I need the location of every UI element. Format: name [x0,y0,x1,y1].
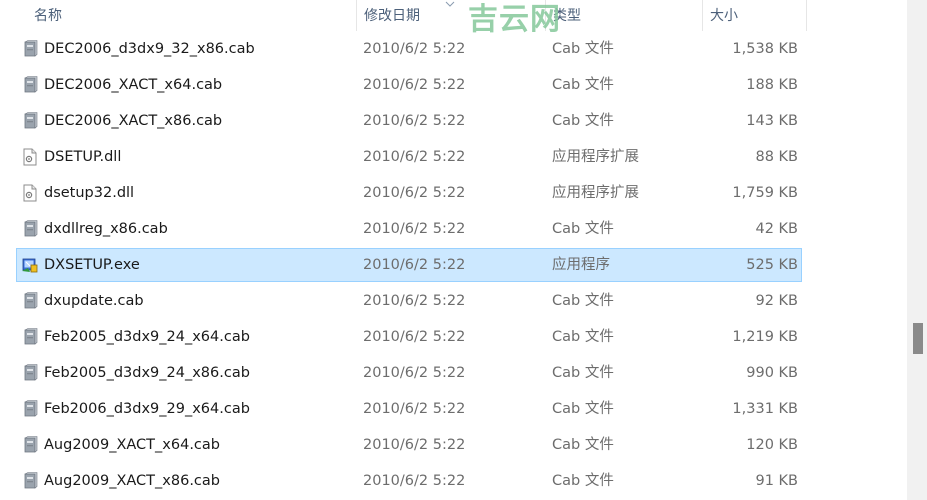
file-row[interactable]: DEC2006_XACT_x64.cab 2010/6/2 5:22 Cab 文件 1… [16,68,802,102]
file-row[interactable]: Feb2005_d3dx9_24_x64.cab 2010/6/2 5:22 Cab… [16,320,802,354]
setup-exe-icon [22,258,38,273]
file-size: 1,331 KB [732,401,798,417]
file-name: Feb2005_d3dx9_24_x64.cab [44,329,250,345]
file-type: Cab 文件 [552,293,614,309]
file-size: 92 KB [755,293,798,309]
file-type: Cab 文件 [552,41,614,57]
file-row[interactable]: DSETUP.dll 2010/6/2 5:22 应用程序扩展 88 KB [16,140,802,174]
file-row[interactable]: Aug2009_XACT_x86.cab 2010/6/2 5:22 Cab 文件 9… [16,464,802,498]
file-modified-date: 2010/6/2 5:22 [363,149,466,165]
file-size: 990 KB [746,365,798,381]
file-type: 应用程序扩展 [552,149,639,165]
cab-file-icon [24,112,38,129]
file-size: 525 KB [746,257,798,273]
file-modified-date: 2010/6/2 5:22 [363,293,466,309]
file-row[interactable]: Aug2009_XACT_x64.cab 2010/6/2 5:22 Cab 文件 1… [16,428,802,462]
column-header-name[interactable]: 名称 [27,0,356,31]
file-name: DXSETUP.exe [44,257,140,273]
file-modified-date: 2010/6/2 5:22 [363,185,466,201]
file-type: Cab 文件 [552,113,614,129]
file-modified-date: 2010/6/2 5:22 [363,257,466,273]
vertical-scrollbar[interactable] [907,0,927,500]
file-name: Aug2009_XACT_x64.cab [44,437,220,453]
file-row[interactable]: dsetup32.dll 2010/6/2 5:22 应用程序扩展 1,759 KB [16,176,802,210]
file-size: 42 KB [755,221,798,237]
file-modified-date: 2010/6/2 5:22 [363,365,466,381]
file-size: 1,759 KB [732,185,798,201]
cab-file-icon [24,400,38,417]
file-size: 1,538 KB [732,41,798,57]
file-type: 应用程序 [552,257,610,273]
cab-file-icon [24,76,38,93]
cab-file-icon [24,364,38,381]
dll-file-icon [23,184,37,202]
file-name: dxdllreg_x86.cab [44,221,168,237]
file-modified-date: 2010/6/2 5:22 [363,329,466,345]
file-row[interactable]: DEC2006_d3dx9_32_x86.cab 2010/6/2 5:22 Cab… [16,32,802,66]
file-type: 应用程序扩展 [552,185,639,201]
file-explorer-view: 名称 修改日期 类型 大小 吉云网 DEC2006_d3dx9_32_x86.c… [0,0,927,500]
cab-file-icon [24,472,38,489]
column-header-type[interactable]: 类型 [545,0,702,31]
column-header-size[interactable]: 大小 [702,0,807,31]
file-row[interactable]: dxdllreg_x86.cab 2010/6/2 5:22 Cab 文件 42 KB [16,212,802,246]
file-name: dxupdate.cab [44,293,144,309]
file-size: 188 KB [746,77,798,93]
sort-chevron-icon [445,1,455,7]
cab-file-icon [24,220,38,237]
file-type: Cab 文件 [552,473,614,489]
file-type: Cab 文件 [552,329,614,345]
file-type: Cab 文件 [552,401,614,417]
file-name: DSETUP.dll [44,149,122,165]
column-header-bar: 名称 修改日期 类型 大小 [0,0,907,31]
file-size: 1,219 KB [732,329,798,345]
cab-file-icon [24,436,38,453]
file-modified-date: 2010/6/2 5:22 [363,401,466,417]
file-name: DEC2006_XACT_x86.cab [44,113,223,129]
file-modified-date: 2010/6/2 5:22 [363,473,466,489]
file-type: Cab 文件 [552,77,614,93]
cab-file-icon [24,292,38,309]
file-type: Cab 文件 [552,437,614,453]
file-type: Cab 文件 [552,365,614,381]
file-row[interactable]: dxupdate.cab 2010/6/2 5:22 Cab 文件 92 KB [16,284,802,318]
file-row[interactable]: DXSETUP.exe 2010/6/2 5:22 应用程序 525 KB [16,248,802,282]
file-name: Aug2009_XACT_x86.cab [44,473,220,489]
file-modified-date: 2010/6/2 5:22 [363,41,466,57]
file-name: Feb2005_d3dx9_24_x86.cab [44,365,250,381]
file-size: 88 KB [755,149,798,165]
scrollbar-thumb[interactable] [913,323,923,354]
file-size: 91 KB [755,473,798,489]
file-size: 120 KB [746,437,798,453]
cab-file-icon [24,40,38,57]
file-name: dsetup32.dll [44,185,135,201]
file-name: DEC2006_XACT_x64.cab [44,77,223,93]
file-row[interactable]: Feb2005_d3dx9_24_x86.cab 2010/6/2 5:22 Cab… [16,356,802,390]
file-modified-date: 2010/6/2 5:22 [363,77,466,93]
file-type: Cab 文件 [552,221,614,237]
file-modified-date: 2010/6/2 5:22 [363,113,466,129]
file-row[interactable]: DEC2006_XACT_x86.cab 2010/6/2 5:22 Cab 文件 1… [16,104,802,138]
file-modified-date: 2010/6/2 5:22 [363,437,466,453]
cab-file-icon [24,328,38,345]
file-name: DEC2006_d3dx9_32_x86.cab [44,41,255,57]
file-size: 143 KB [746,113,798,129]
file-name: Feb2006_d3dx9_29_x64.cab [44,401,250,417]
file-modified-date: 2010/6/2 5:22 [363,221,466,237]
dll-file-icon [23,148,37,166]
file-row[interactable]: Feb2006_d3dx9_29_x64.cab 2010/6/2 5:22 Cab… [16,392,802,426]
